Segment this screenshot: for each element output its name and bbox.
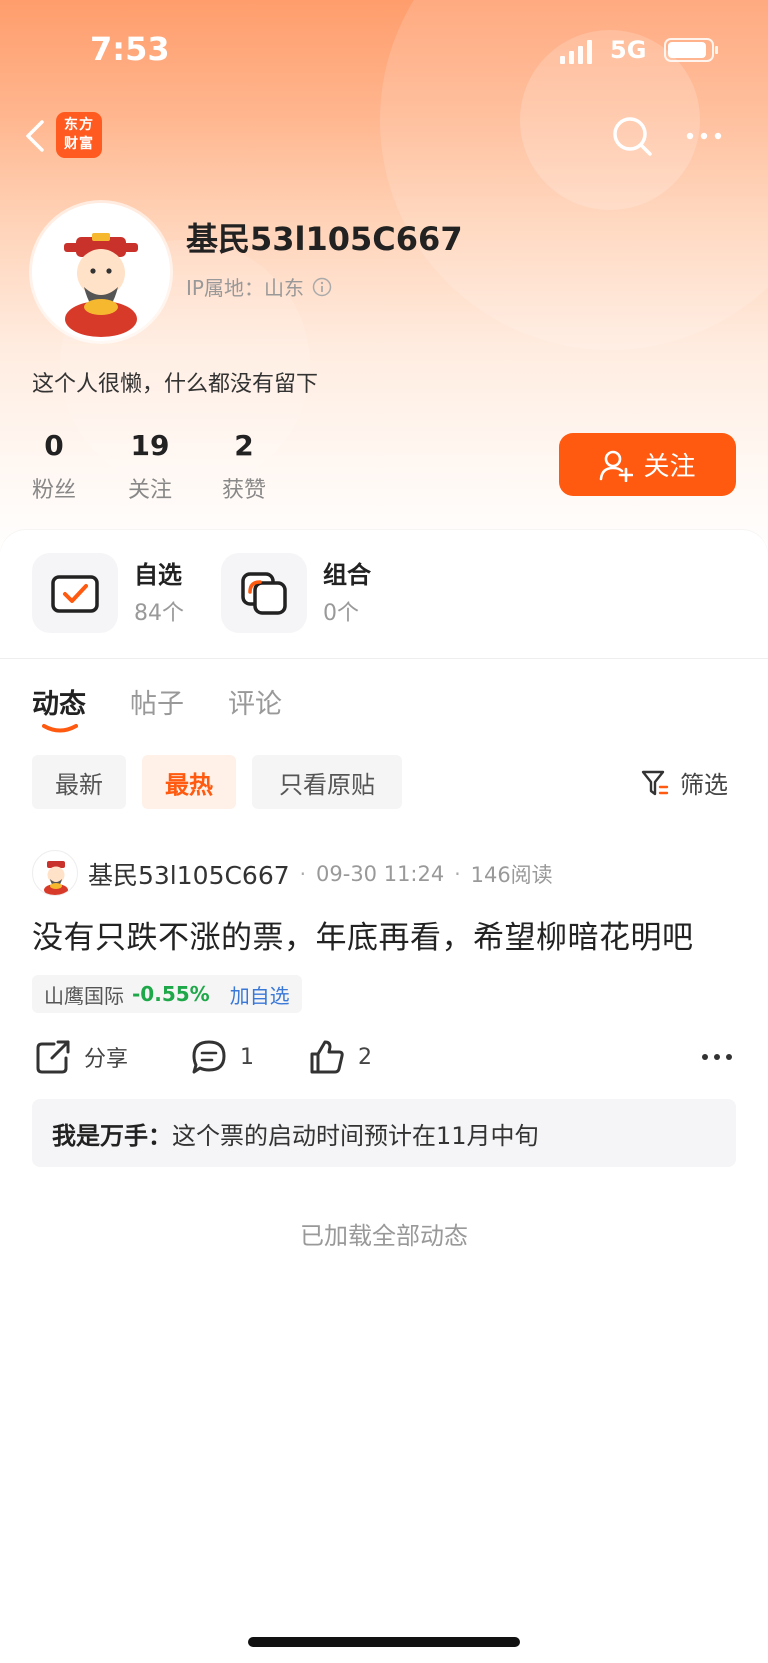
stat-followers[interactable]: 0 粉丝 <box>28 428 80 504</box>
stat-label: 关注 <box>127 478 172 503</box>
content-card <box>0 530 768 1663</box>
add-user-icon <box>600 450 634 482</box>
watchlist-check-icon <box>51 575 99 613</box>
more-options-icon[interactable] <box>682 122 726 150</box>
fortune-god-avatar-icon <box>32 203 170 341</box>
signal-icon <box>560 40 592 64</box>
profile-username: 基民53l105C667 <box>186 220 463 258</box>
filter-label: 筛选 <box>680 771 728 799</box>
post-time: 09-30 11:24 <box>316 862 445 886</box>
post-meta: 基民53l105C667 · 09-30 11:24 · 146阅读 <box>88 856 553 892</box>
stat-following[interactable]: 19 关注 <box>122 428 178 504</box>
stat-value: 2 <box>234 429 254 462</box>
app-logo-text: 东方 <box>64 117 94 133</box>
stock-change: -0.55% <box>132 982 210 1006</box>
like-count: 2 <box>358 1044 372 1070</box>
portfolio-title[interactable]: 组合 <box>323 555 371 590</box>
info-icon[interactable] <box>312 277 332 297</box>
like-button[interactable]: 2 <box>308 1038 372 1076</box>
filter-chip-hot[interactable]: 最热 <box>142 755 236 809</box>
tab-comments[interactable]: 评论 <box>228 682 282 721</box>
follow-button[interactable]: 关注 <box>559 433 736 496</box>
status-time: 7:53 <box>90 30 170 68</box>
ip-location-row: IP属地：山东 <box>186 272 332 301</box>
watchlist-title[interactable]: 自选 <box>134 555 182 590</box>
profile-avatar[interactable] <box>32 203 170 341</box>
funnel-icon <box>641 770 669 795</box>
comment-icon <box>192 1040 226 1074</box>
ip-location: IP属地：山东 <box>186 276 304 300</box>
app-logo-text: 财富 <box>64 136 94 152</box>
profile-bio: 这个人很懒，什么都没有留下 <box>32 372 319 397</box>
stat-value: 0 <box>44 429 64 462</box>
filter-chip-latest[interactable]: 最新 <box>32 755 126 809</box>
stat-label: 获赞 <box>221 478 266 503</box>
stat-value: 19 <box>130 429 170 462</box>
stock-tag[interactable]: 山鹰国际 -0.55% 加自选 <box>32 975 302 1013</box>
back-arrow-icon[interactable] <box>18 118 54 154</box>
tab-dynamics[interactable]: 动态 <box>32 682 86 721</box>
thumbs-up-icon <box>310 1040 344 1074</box>
separator-dot: · <box>299 862 307 886</box>
status-bar: 7:53 5G <box>0 0 768 100</box>
nav-bar: 东方 财富 <box>0 104 768 168</box>
all-loaded-text: 已加载全部动态 <box>300 1222 468 1250</box>
top-comment-box[interactable]: 我是万手： 这个票的启动时间预计在11月中旬 <box>32 1099 736 1167</box>
top-comment-text: 这个票的启动时间预计在11月中旬 <box>172 1121 539 1150</box>
fortune-god-avatar-icon <box>44 861 68 895</box>
post-author-avatar[interactable] <box>32 850 78 896</box>
watchlist-count: 84个 <box>134 601 184 626</box>
watchlist-shortcut[interactable] <box>32 553 118 633</box>
add-to-watchlist-link[interactable]: 加自选 <box>230 980 290 1009</box>
filter-chip-original-only[interactable]: 只看原贴 <box>252 755 402 809</box>
post-read-count: 146阅读 <box>470 863 553 887</box>
stat-label: 粉丝 <box>31 478 76 503</box>
battery-level <box>668 42 706 58</box>
active-tab-indicator <box>42 724 78 733</box>
home-indicator[interactable] <box>248 1637 520 1647</box>
portfolio-count: 0个 <box>323 601 359 626</box>
top-comment-author: 我是万手： <box>52 1121 172 1150</box>
post-author-name[interactable]: 基民53l105C667 <box>88 856 290 892</box>
network-type: 5G <box>610 36 647 64</box>
stat-likes[interactable]: 2 获赞 <box>218 428 270 504</box>
share-icon <box>36 1040 70 1074</box>
battery-icon <box>664 38 718 62</box>
post-more-icon[interactable] <box>700 1046 734 1068</box>
comment-button[interactable]: 1 <box>190 1038 254 1076</box>
share-label: 分享 <box>84 1047 129 1072</box>
separator-dot: · <box>454 862 461 886</box>
divider <box>0 658 768 659</box>
post-content[interactable]: 没有只跌不涨的票，年底再看，希望柳暗花明吧 <box>32 912 742 957</box>
stock-name: 山鹰国际 <box>44 983 124 1008</box>
comment-count: 1 <box>240 1044 254 1070</box>
search-icon[interactable] <box>610 114 656 160</box>
app-logo[interactable]: 东方 财富 <box>56 112 102 158</box>
portfolio-icon <box>241 572 287 615</box>
follow-label: 关注 <box>643 452 696 482</box>
portfolio-shortcut[interactable] <box>221 553 307 633</box>
share-button[interactable]: 分享 <box>34 1038 128 1076</box>
tab-posts[interactable]: 帖子 <box>130 682 184 721</box>
filter-button[interactable]: 筛选 <box>640 765 728 800</box>
